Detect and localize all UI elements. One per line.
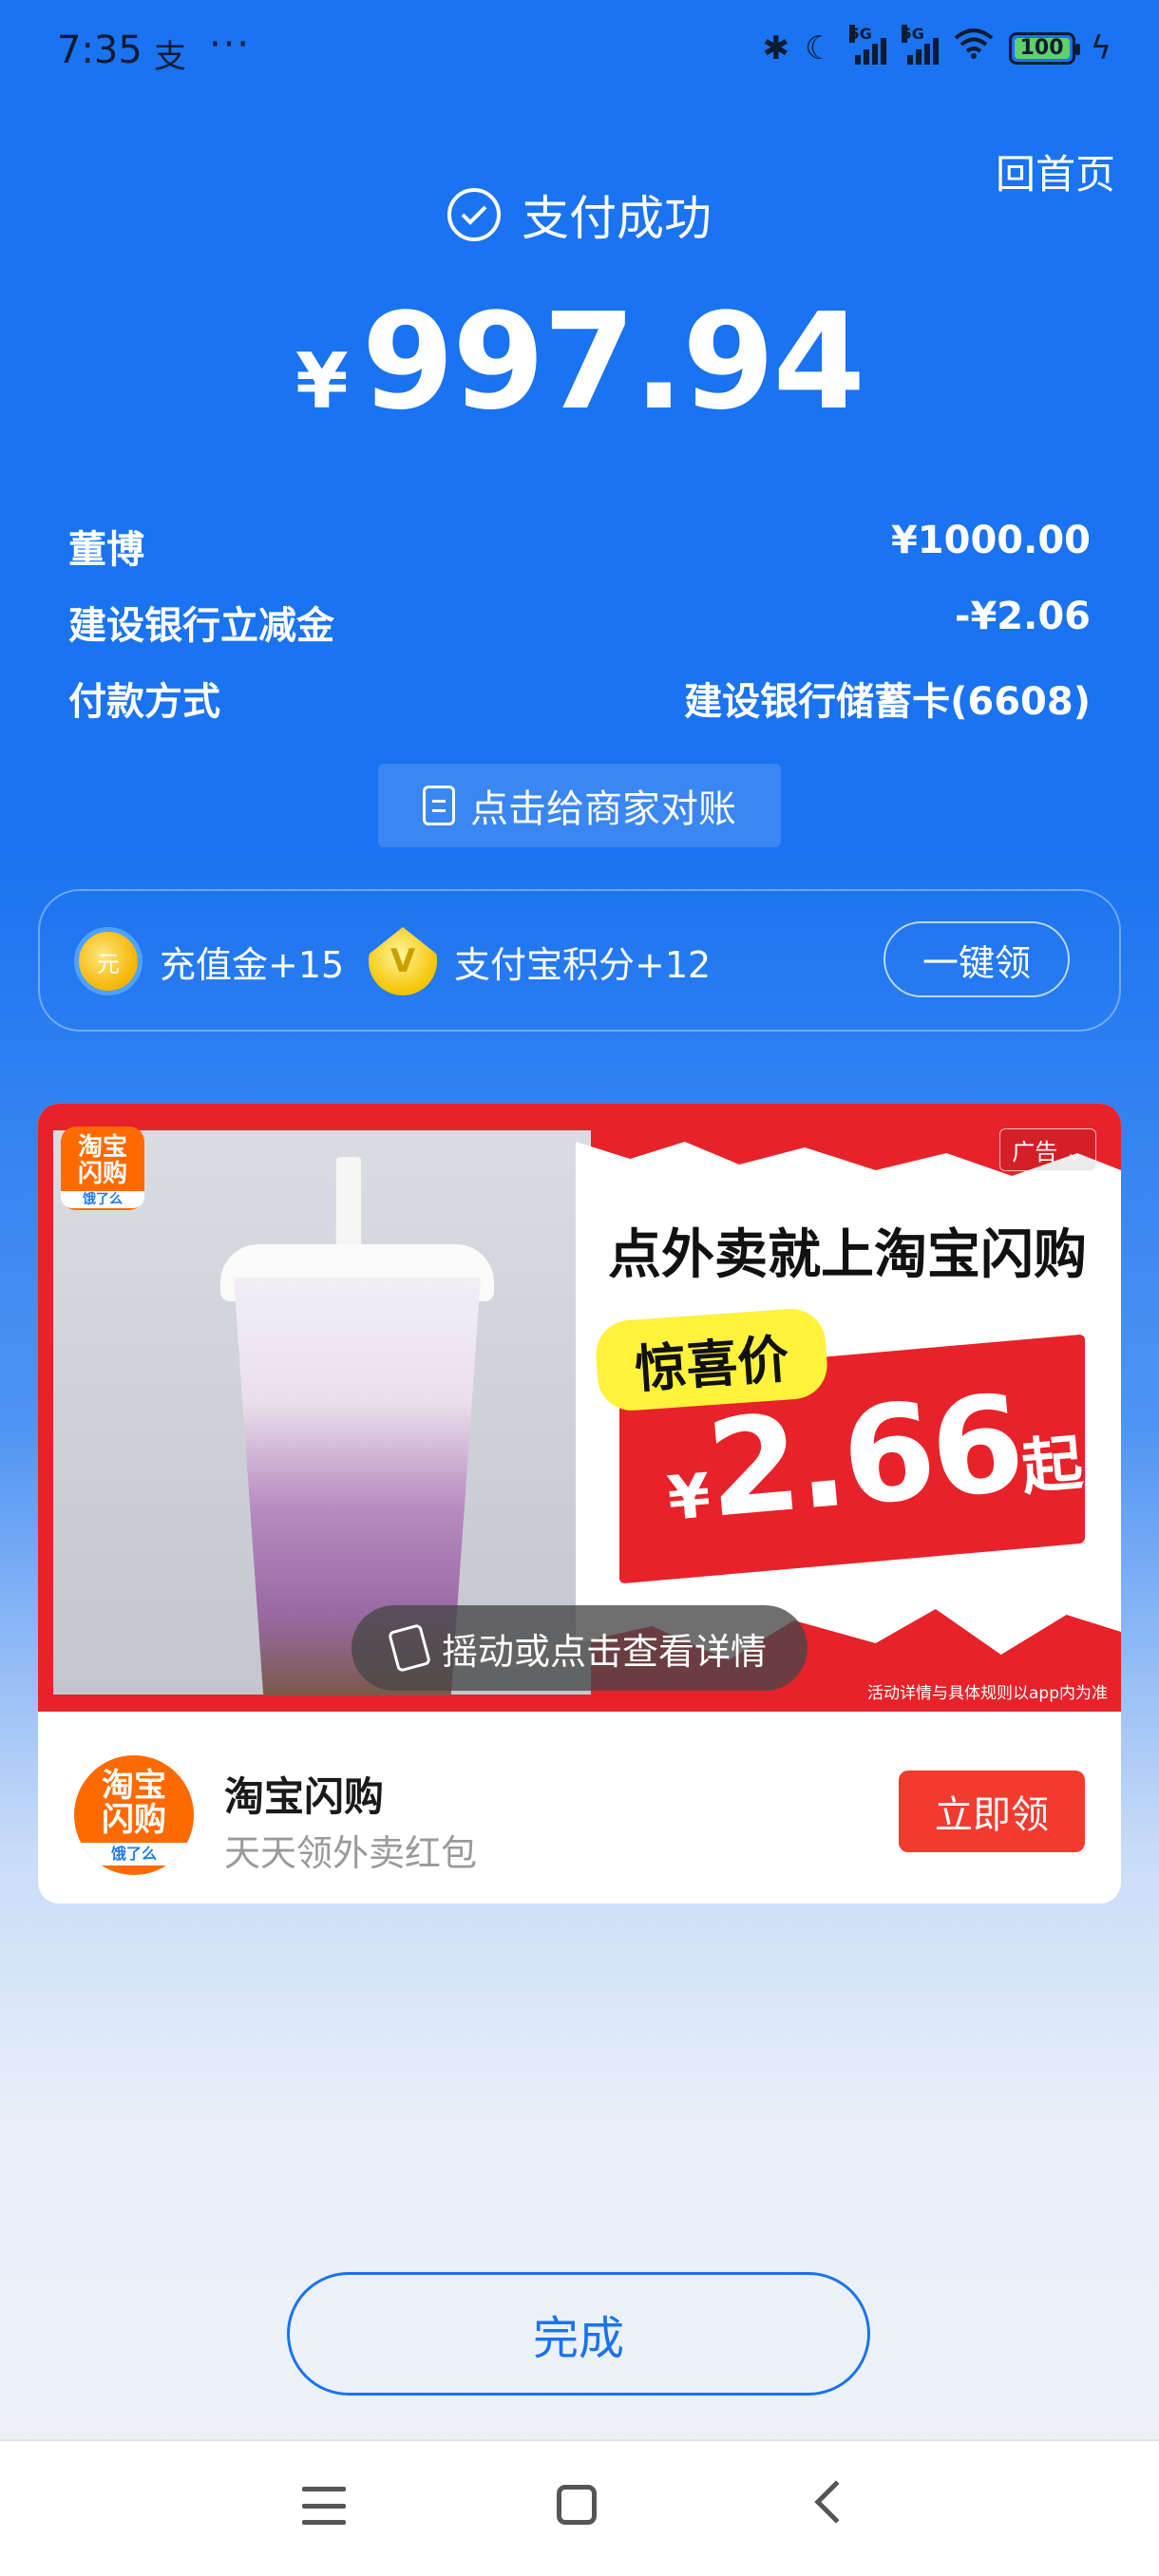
detail-value: 建设银行储蓄卡(6608) [684, 680, 1091, 724]
detail-label: 建设银行立减金 [68, 604, 334, 648]
ad-app-subtitle: 天天领外卖红包 [224, 1832, 478, 1874]
shake-tip-label: 摇动或点击查看详情 [441, 1630, 767, 1673]
network-label: 5G [848, 24, 872, 43]
amount-value: 997.94 [361, 285, 865, 440]
detail-label: 付款方式 [68, 680, 220, 724]
ad-tag-label: 广告 [1012, 1139, 1058, 1165]
detail-label: 董博 [68, 528, 144, 572]
points-icon: V [369, 927, 437, 995]
done-button[interactable]: 完成 [287, 2272, 870, 2396]
status-bar: 7:35 支 ··· ✱ ☾ 5G 5G 100 ϟ [0, 0, 1159, 104]
detail-row-payee: 董博 ¥1000.00 [68, 519, 1091, 574]
reward-label: 充值金+15 [160, 943, 345, 986]
ad-disclaimer: 活动详情与具体规则以app内为准 [867, 1684, 1108, 1703]
chevron-down-icon: ⌄ [1064, 1139, 1084, 1165]
badge-sub: 饿了么 [61, 1191, 144, 1208]
claim-now-button[interactable]: 立即领 [899, 1771, 1085, 1852]
badge-line: 淘宝 [77, 1133, 127, 1162]
price-tag: 惊喜价 [593, 1306, 830, 1413]
reward-recharge: 元 充值金+15 [74, 927, 344, 995]
logo-sub: 饿了么 [74, 1843, 194, 1866]
alipay-icon: 支 [154, 38, 186, 76]
price-suffix: 起 [1018, 1428, 1086, 1505]
ad-app-row[interactable]: 淘宝 闪购 饿了么 淘宝闪购 天天领外卖红包 立即领 [38, 1712, 1121, 1904]
ad-app-name: 淘宝闪购 [224, 1773, 385, 1820]
logo-line: 闪购 [102, 1801, 166, 1839]
coin-icon: 元 [74, 927, 142, 995]
charging-icon: ϟ [1090, 28, 1112, 67]
detail-value: ¥1000.00 [890, 519, 1091, 562]
success-header: 支付成功 [0, 180, 1159, 249]
reconcile-button[interactable]: 点击给商家对账 [378, 764, 781, 847]
check-circle-icon [447, 188, 501, 241]
detail-value: -¥2.06 [954, 595, 1091, 638]
phone-shake-icon [387, 1623, 432, 1673]
ad-headline: 点外卖就上淘宝闪购 [608, 1224, 1087, 1286]
logo-line: 淘宝 [102, 1767, 166, 1805]
home-square-icon[interactable] [557, 2485, 597, 2525]
signal-icon: 5G [848, 24, 886, 65]
ad-card[interactable]: 淘宝 闪购 饿了么 广告 ⌄ 点外卖就上淘宝闪购 ¥2.66起 惊喜价 摇动或点… [38, 1104, 1121, 1904]
rewards-panel: 元 充值金+15 V 支付宝积分+12 一键领 [38, 889, 1121, 1032]
ad-banner[interactable]: 淘宝 闪购 饿了么 广告 ⌄ 点外卖就上淘宝闪购 ¥2.66起 惊喜价 摇动或点… [38, 1104, 1121, 1712]
shake-tip[interactable]: 摇动或点击查看详情 [352, 1605, 808, 1691]
price-currency: ¥ [664, 1461, 713, 1535]
reconcile-label: 点击给商家对账 [470, 787, 736, 831]
reward-label: 支付宝积分+12 [454, 943, 712, 986]
network-label: 5G [901, 24, 924, 43]
currency-symbol: ¥ [295, 337, 349, 426]
status-more-dots: ··· [209, 23, 252, 66]
ad-tag[interactable]: 广告 ⌄ [999, 1128, 1096, 1171]
back-chevron-icon[interactable] [814, 2480, 858, 2524]
status-time: 7:35 [57, 28, 142, 72]
taobao-shangou-logo: 淘宝 闪购 饿了么 [61, 1127, 144, 1210]
bluetooth-icon: ✱ [762, 28, 790, 67]
detail-row-discount: 建设银行立减金 -¥2.06 [68, 595, 1091, 650]
signal-icon: 5G [901, 24, 939, 65]
taobao-shangou-app-icon: 淘宝 闪购 饿了么 [74, 1755, 194, 1875]
system-nav-bar [0, 2439, 1159, 2576]
success-title: 支付成功 [522, 191, 712, 246]
moon-icon: ☾ [805, 28, 834, 67]
menu-icon[interactable] [302, 2487, 346, 2525]
document-icon [423, 786, 455, 825]
status-indicators: ✱ ☾ 5G 5G 100 ϟ [762, 24, 1112, 67]
battery-level: 100 [1019, 36, 1064, 60]
payment-amount: ¥ 997.94 [0, 285, 1159, 440]
detail-row-payment-method: 付款方式 建设银行储蓄卡(6608) [68, 671, 1091, 726]
reward-points: V 支付宝积分+12 [369, 927, 711, 995]
claim-all-button[interactable]: 一键领 [884, 921, 1070, 997]
wifi-icon [954, 28, 994, 67]
battery-icon: 100 [1008, 31, 1080, 65]
badge-line: 闪购 [77, 1160, 127, 1188]
